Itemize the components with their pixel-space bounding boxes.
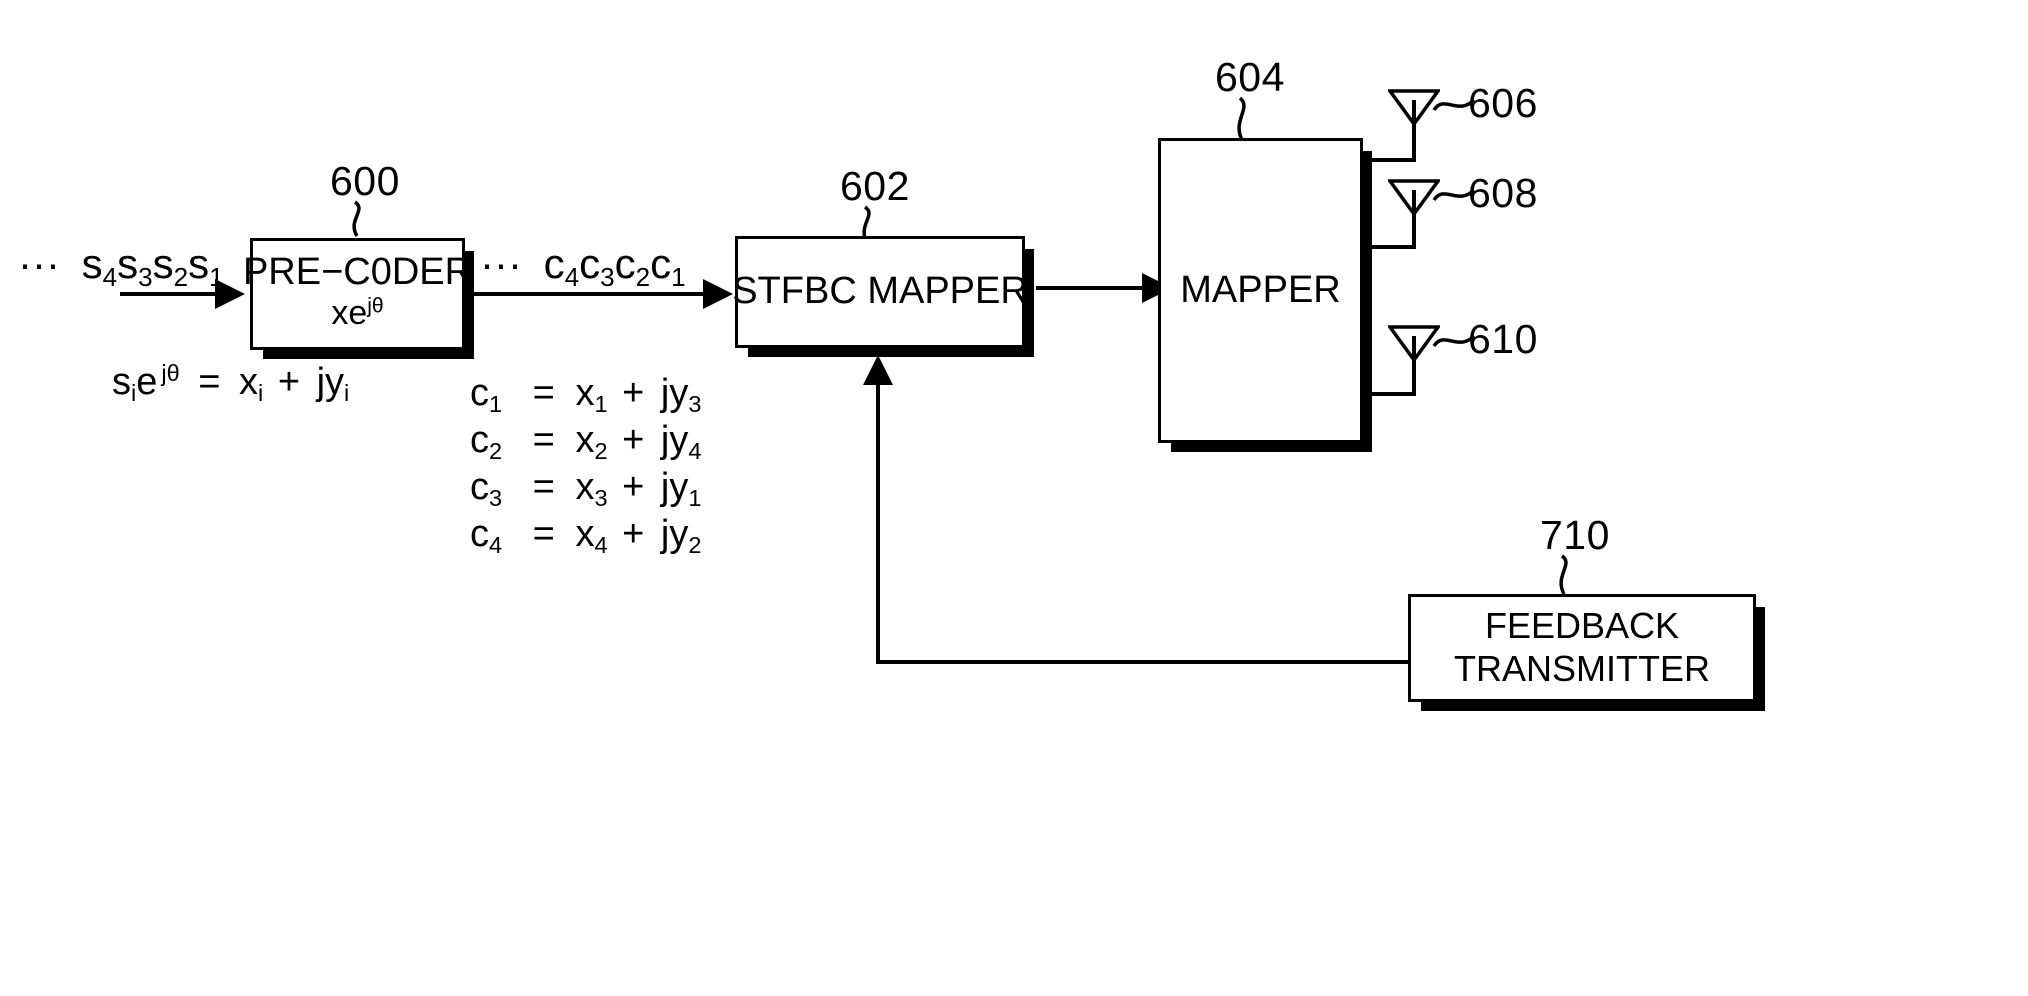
- c4-lhs: c4: [470, 513, 503, 559]
- input-token-s3: s3: [117, 240, 153, 292]
- stfbc-mapper-shadow-bottom: [748, 348, 1034, 357]
- c2-x: x2: [575, 419, 608, 465]
- leader-600: [352, 200, 361, 237]
- c3-plus: +: [622, 466, 645, 508]
- antenna-608-feed-line: [1366, 245, 1416, 249]
- feedback-path-horizontal: [876, 660, 1410, 664]
- mapper-shadow-right: [1363, 151, 1372, 452]
- pre-coder-label-line2: xejθ: [331, 295, 383, 332]
- ref-610: 610: [1468, 316, 1538, 362]
- feedback-transmitter-label-line1: FEEDBACK: [1484, 605, 1680, 647]
- mapper-block[interactable]: MAPPER: [1158, 138, 1372, 452]
- input-arrow-head: [215, 279, 245, 309]
- mid-token-c1: c1: [650, 240, 686, 292]
- c-equation-row: c3 = x3 + jy1: [470, 466, 701, 513]
- ref-710: 710: [1540, 512, 1610, 558]
- c4-plus: +: [622, 513, 645, 555]
- feedback-transmitter-shadow-bottom: [1421, 702, 1765, 711]
- c1-lhs: c1: [470, 372, 503, 418]
- c3-lhs: c3: [470, 466, 503, 512]
- mapper-shadow-bottom: [1171, 443, 1372, 452]
- feedback-path-arrow: [863, 355, 893, 385]
- c4-equals: =: [532, 513, 555, 555]
- pre-coder-xe: xe: [331, 294, 368, 333]
- pre-coder-shadow-bottom: [263, 350, 474, 359]
- ref-608: 608: [1468, 170, 1538, 216]
- mid-token-c4: c4: [543, 240, 580, 292]
- input-stream-ellipsis: ···: [18, 240, 60, 287]
- eq-exponent: jθ: [161, 360, 180, 386]
- ref-602: 602: [840, 163, 910, 209]
- c2-jy: jy4: [660, 419, 702, 465]
- c-equation-row: c4 = x4 + jy2: [470, 513, 701, 560]
- c3-x: x3: [575, 466, 608, 512]
- mid-stream-label: ··· c4c3c2c1: [480, 240, 686, 293]
- c1-plus: +: [622, 372, 645, 414]
- eq-e: e: [136, 360, 158, 403]
- mid-token-c3: c3: [579, 240, 615, 292]
- stfbc-to-mapper-line: [1036, 286, 1156, 290]
- mapper-label: MAPPER: [1180, 268, 1341, 311]
- antenna-606-feed-line: [1366, 158, 1416, 162]
- c1-x: x1: [575, 372, 608, 418]
- c2-equals: =: [532, 419, 555, 461]
- input-stream-label: ··· s4s3s2s1: [18, 240, 224, 293]
- eq-equals: =: [198, 360, 221, 403]
- precoder-to-stfbc-line: [474, 292, 714, 296]
- pre-coder-label-line1: PRE−C0DER: [242, 251, 473, 294]
- c1-jy: jy3: [660, 372, 702, 418]
- c4-jy: jy2: [660, 513, 702, 559]
- antenna-610-feed-line: [1366, 392, 1416, 396]
- feedback-transmitter-block[interactable]: FEEDBACK TRANSMITTER: [1408, 594, 1765, 711]
- pre-coder-block[interactable]: PRE−C0DER xejθ: [243, 238, 474, 359]
- feedback-path-vertical: [876, 385, 880, 662]
- pre-coder-exponent: jθ: [367, 294, 384, 318]
- feedback-transmitter-label-line2: TRANSMITTER: [1454, 648, 1710, 689]
- input-arrow-line: [120, 292, 230, 296]
- c1-equals: =: [532, 372, 555, 414]
- ref-604: 604: [1215, 54, 1285, 100]
- feedback-transmitter-shadow-right: [1756, 607, 1765, 711]
- eq-s-i: si: [112, 360, 137, 407]
- c2-lhs: c2: [470, 419, 503, 465]
- leader-710: [1559, 554, 1568, 595]
- eq-x-i: xi: [239, 360, 264, 407]
- input-token-s2: s2: [152, 240, 189, 292]
- c-equations-list: c1 = x1 + jy3 c2 = x2 + jy4 c3 = x3 + jy…: [470, 372, 701, 560]
- c3-jy: jy1: [660, 466, 702, 512]
- c3-equals: =: [532, 466, 555, 508]
- ref-606: 606: [1468, 80, 1538, 126]
- eq-plus: +: [277, 360, 301, 403]
- c2-plus: +: [622, 419, 645, 461]
- eq-jy-i: jyi: [316, 360, 350, 407]
- figure-canvas: ··· s4s3s2s1 600 PRE−C0DER xejθ sie jθ = …: [0, 0, 2028, 996]
- mid-stream-ellipsis: ···: [480, 240, 522, 287]
- mid-token-c2: c2: [614, 240, 651, 292]
- stfbc-mapper-label: STFBC MAPPER: [732, 270, 1028, 313]
- leader-604: [1237, 96, 1246, 141]
- precoder-to-stfbc-arrow: [703, 279, 733, 309]
- precoder-relation-equation: sie jθ = xi + jyi: [112, 360, 349, 407]
- input-token-s4: s4: [81, 240, 118, 292]
- c4-x: x4: [575, 513, 608, 559]
- ref-600: 600: [330, 158, 400, 204]
- c-equation-row: c2 = x2 + jy4: [470, 419, 701, 466]
- c-equation-row: c1 = x1 + jy3: [470, 372, 701, 419]
- stfbc-mapper-block[interactable]: STFBC MAPPER: [732, 236, 1034, 357]
